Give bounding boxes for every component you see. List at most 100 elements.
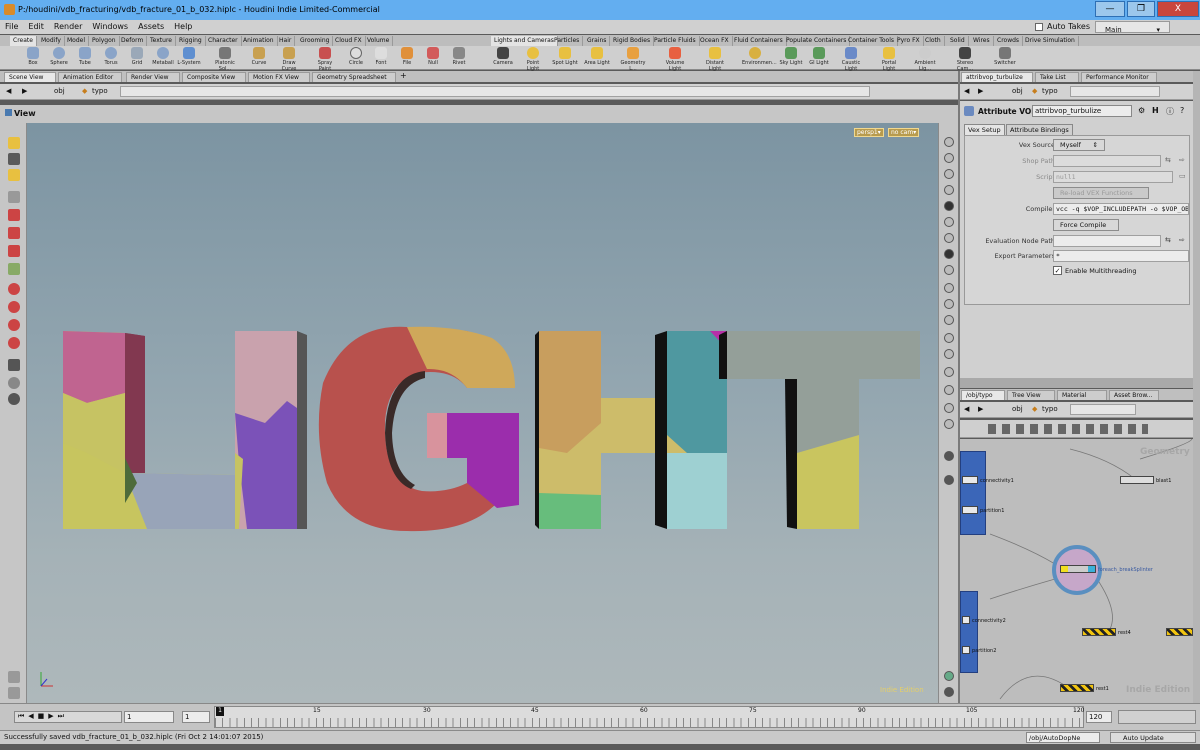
- shelf-tab-grains[interactable]: Grains: [584, 36, 611, 46]
- transform-tool-icon[interactable]: [8, 245, 20, 257]
- tab-take-list[interactable]: Take List: [1035, 72, 1079, 82]
- close-window-button[interactable]: X: [1157, 1, 1199, 17]
- shelf-tab-animation[interactable]: Animation: [240, 36, 278, 46]
- shelf-tab-volume[interactable]: Volume: [364, 36, 394, 46]
- shop-path-field[interactable]: [1053, 155, 1161, 167]
- handle-tool-icon[interactable]: [8, 169, 20, 181]
- tool-null[interactable]: Null: [420, 47, 446, 66]
- current-frame-field[interactable]: 1: [182, 711, 210, 723]
- pane-divider-horizontal[interactable]: [960, 378, 1193, 388]
- minimize-button[interactable]: —: [1095, 1, 1125, 17]
- tool-gi-light[interactable]: GI Light: [806, 47, 832, 66]
- tool-sky-light[interactable]: Sky Light: [778, 47, 804, 66]
- tool-area-light[interactable]: Area Light: [584, 47, 610, 66]
- lower-tool-icon[interactable]: [8, 671, 20, 683]
- desktop-select[interactable]: Main ▾: [1095, 21, 1170, 34]
- tool-grid[interactable]: Grid: [124, 47, 150, 66]
- display-tool-icon[interactable]: [8, 359, 20, 371]
- compiler-field[interactable]: vcc -q $VOP_INCLUDEPATH -o $VOP_OBJECTFI…: [1053, 203, 1189, 215]
- eval-node-field[interactable]: [1053, 235, 1161, 247]
- shelf-tab-solid[interactable]: Solid: [947, 36, 969, 46]
- scale-tool-icon[interactable]: [8, 227, 20, 239]
- tool-font[interactable]: Font: [368, 47, 394, 66]
- flipbook-icon[interactable]: [944, 475, 954, 485]
- snap-tool-icon[interactable]: [8, 283, 20, 295]
- forward-icon[interactable]: ▶: [22, 87, 27, 95]
- tool-spray-paint[interactable]: Spray Paint: [312, 47, 338, 72]
- force-compile-button[interactable]: Force Compile: [1053, 219, 1119, 231]
- tab-composite-view[interactable]: Composite View: [182, 72, 246, 82]
- tool-file[interactable]: File: [394, 47, 420, 66]
- path-obj[interactable]: obj: [1012, 405, 1023, 413]
- tab-asset-browser[interactable]: Asset Brow...: [1109, 390, 1159, 400]
- wire-icon[interactable]: [944, 217, 954, 227]
- menu-render[interactable]: Render: [49, 20, 87, 33]
- export-params-field[interactable]: *: [1053, 250, 1189, 262]
- tool-volume-light[interactable]: Volume Light: [662, 47, 688, 72]
- shelf-tab-container-tools[interactable]: Container Tools: [845, 36, 899, 46]
- shelf-tab-cloth[interactable]: Cloth: [922, 36, 945, 46]
- lower-tool2-icon[interactable]: [8, 687, 20, 699]
- auto-takes-checkbox[interactable]: [1035, 23, 1043, 31]
- node-chooser-icon[interactable]: ⇆: [1165, 236, 1171, 244]
- menu-edit[interactable]: Edit: [23, 20, 49, 33]
- shelf-tab-rigging[interactable]: Rigging: [176, 36, 206, 46]
- node-chooser-icon[interactable]: ⇆: [1165, 156, 1171, 164]
- tool-tube[interactable]: Tube: [72, 47, 98, 66]
- view-tool-icon[interactable]: [8, 153, 20, 165]
- point-display-icon[interactable]: [944, 233, 954, 243]
- frame-start-field[interactable]: 1: [124, 711, 174, 723]
- tool-curve[interactable]: Curve: [246, 47, 272, 66]
- uv-icon[interactable]: [944, 265, 954, 275]
- help-icon[interactable]: ?: [1180, 106, 1184, 115]
- tool-platonic[interactable]: Platonic Sol...: [212, 47, 238, 72]
- playback-controls[interactable]: ⏮◀■▶⏭: [14, 711, 122, 723]
- tool-lsystem[interactable]: L-System: [176, 47, 202, 66]
- shelf-tab-model[interactable]: Model: [64, 36, 90, 46]
- light-icon[interactable]: [944, 169, 954, 179]
- lock-icon[interactable]: [944, 153, 954, 163]
- network-box-2[interactable]: [960, 591, 978, 673]
- shelf-tab-pyro-fx[interactable]: Pyro FX: [894, 36, 924, 46]
- camera-menu[interactable]: persp1▾: [854, 128, 884, 137]
- dot-icon[interactable]: [944, 283, 954, 293]
- tool-draw-curve[interactable]: Draw Curve: [276, 47, 302, 72]
- shelf-tab-rigid-bodies[interactable]: Rigid Bodies: [610, 36, 655, 46]
- shelf-tab-particles[interactable]: Particles: [551, 36, 584, 46]
- tool-caustic-light[interactable]: Caustic Light: [838, 47, 864, 72]
- timeline-ruler[interactable]: 1 15 30 45 60 75 90 105 120: [214, 706, 1084, 728]
- back-icon[interactable]: ◀: [964, 87, 969, 95]
- menu-file[interactable]: File: [0, 20, 23, 33]
- tool-sphere[interactable]: Sphere: [46, 47, 72, 66]
- network-editor[interactable]: Geometry Indie Edition connectivity1 par…: [960, 438, 1193, 703]
- tool-circle[interactable]: Circle: [343, 47, 369, 66]
- path-node[interactable]: typo: [1042, 87, 1058, 95]
- layout-icon[interactable]: [944, 671, 954, 681]
- shelf-tab-polygon[interactable]: Polygon: [89, 36, 120, 46]
- tool-environment-light[interactable]: Environmen...: [742, 47, 777, 66]
- normals-icon[interactable]: [944, 249, 954, 259]
- info-icon[interactable]: ⓘ: [1166, 106, 1174, 117]
- menu-assets[interactable]: Assets: [133, 20, 169, 33]
- ghost-icon[interactable]: [944, 185, 954, 195]
- shelf-tab-wires[interactable]: Wires: [970, 36, 994, 46]
- shelf-tab-drive-simulation[interactable]: Drive Simulation: [1022, 36, 1079, 46]
- select-tool-icon[interactable]: [8, 137, 20, 149]
- forward-icon[interactable]: ▶: [978, 87, 983, 95]
- template-icon[interactable]: [944, 403, 954, 413]
- tool-point-light[interactable]: Point Light: [520, 47, 546, 72]
- network-tool-icons[interactable]: [988, 424, 1148, 434]
- vex-source-menu[interactable]: Myself ⇕: [1053, 139, 1105, 151]
- shelf-tab-populate-containers[interactable]: Populate Containers: [783, 36, 851, 46]
- gear-icon[interactable]: ⚙: [1138, 106, 1145, 115]
- tool-distant-light[interactable]: Distant Light: [702, 47, 728, 72]
- playhead[interactable]: 1: [216, 707, 224, 716]
- node-name-field[interactable]: attribvop_turbulize: [1032, 105, 1132, 117]
- shelf-tab-particle-fluids[interactable]: Particle Fluids: [651, 36, 700, 46]
- tab-motion-fx-view[interactable]: Motion FX View: [248, 72, 310, 82]
- forward-icon[interactable]: ▶: [978, 405, 983, 413]
- shelf-tab-lights-and-cameras[interactable]: Lights and Cameras: [491, 36, 558, 46]
- back-icon[interactable]: ◀: [6, 87, 11, 95]
- tool-camera[interactable]: Camera: [490, 47, 516, 66]
- tab-attribvop-turbulize[interactable]: attribvop_turbulize: [961, 72, 1033, 82]
